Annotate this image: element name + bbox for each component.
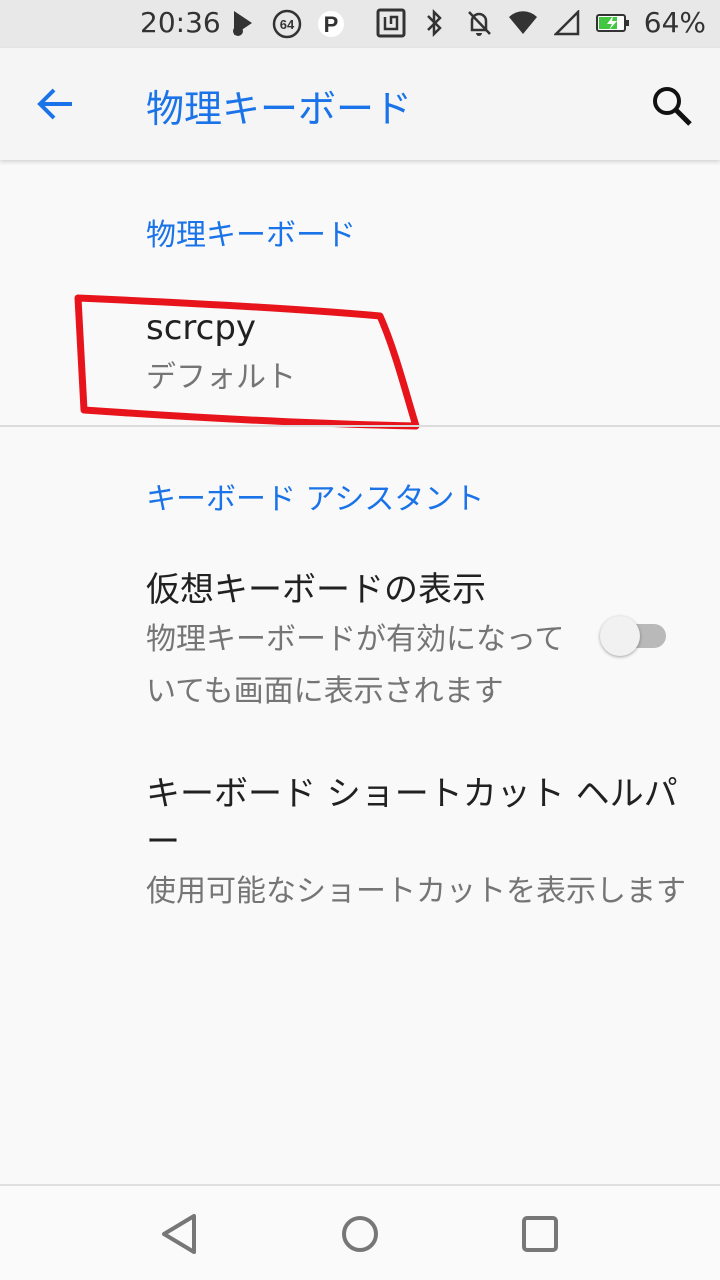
red-annotation-outline xyxy=(74,294,420,430)
battery-percent: 64% xyxy=(643,6,706,39)
circle-home-icon xyxy=(342,1216,378,1252)
square-recents-icon xyxy=(522,1216,558,1252)
arrow-back-icon xyxy=(37,88,72,120)
signal-icon xyxy=(552,7,582,39)
bluetooth-icon xyxy=(420,7,450,39)
status-icons-left: 64 P xyxy=(228,8,346,40)
shortcut-helper-summary: 使用可能なショートカットを表示します xyxy=(146,874,686,909)
back-button[interactable] xyxy=(34,82,78,126)
triangle-back-icon xyxy=(162,1214,196,1254)
app-bar: 物理キーボード xyxy=(0,48,720,160)
music-note-icon xyxy=(228,8,258,40)
page-title: 物理キーボード xyxy=(146,87,413,131)
parking-icon: P xyxy=(316,8,346,40)
search-button[interactable] xyxy=(648,82,696,130)
parking-text: P xyxy=(324,12,339,37)
section-header-keyboard-assistant: キーボード アシスタント xyxy=(146,482,485,517)
virtual-keyboard-setting[interactable]: 仮想キーボードの表示 物理キーボードが有効になっていても画面に表示されます xyxy=(146,566,576,718)
toggle-thumb xyxy=(600,616,640,656)
wifi-icon xyxy=(508,7,538,39)
nfc-icon xyxy=(376,7,406,39)
virtual-keyboard-toggle[interactable] xyxy=(600,616,670,656)
virtual-keyboard-summary: 物理キーボードが有効になっていても画面に表示されます xyxy=(146,622,565,709)
nav-home-button[interactable] xyxy=(336,1210,384,1258)
search-icon xyxy=(653,87,692,126)
status-bar: 20:36 64 P 64% xyxy=(0,0,720,48)
nav-back-button[interactable] xyxy=(156,1210,204,1258)
shortcut-helper-setting[interactable]: キーボード ショートカット ヘルパー 使用可能なショートカットを表示します xyxy=(146,770,686,918)
badge-64-icon: 64 xyxy=(272,8,302,40)
battery-charging-icon xyxy=(595,7,630,39)
nav-recents-button[interactable] xyxy=(516,1210,564,1258)
shortcut-helper-title: キーボード ショートカット ヘルパー xyxy=(146,774,678,862)
badge-64-text: 64 xyxy=(280,17,295,32)
navigation-bar xyxy=(0,1184,720,1280)
virtual-keyboard-title: 仮想キーボードの表示 xyxy=(146,570,486,610)
section-divider xyxy=(0,425,720,427)
status-icons-right: 64% xyxy=(376,6,706,39)
status-time: 20:36 xyxy=(140,6,221,39)
notifications-off-icon xyxy=(464,7,494,39)
section-header-physical-keyboard: 物理キーボード xyxy=(146,218,356,253)
